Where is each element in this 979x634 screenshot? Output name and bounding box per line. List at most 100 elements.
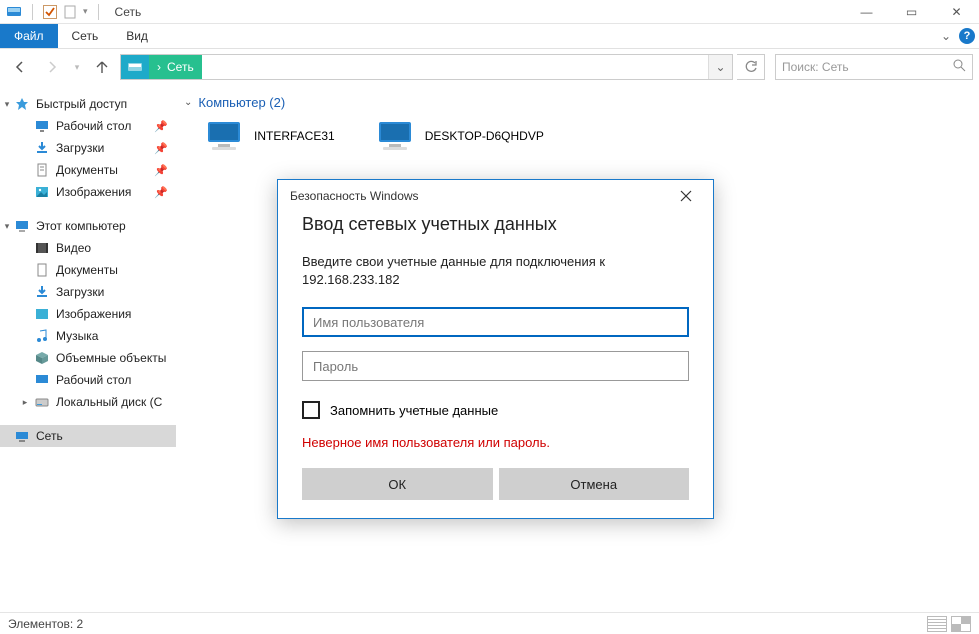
ribbon-expand-icon[interactable]: ⌄ (941, 29, 951, 43)
tree-quick-access[interactable]: ▾ Быстрый доступ (0, 93, 176, 115)
tree-pictures-pc[interactable]: Изображения (0, 303, 176, 325)
group-header[interactable]: ⌄ Компьютер (2) (184, 95, 971, 110)
tree-music[interactable]: Музыка (0, 325, 176, 347)
credentials-dialog: Безопасность Windows Ввод сетевых учетны… (277, 179, 714, 519)
search-box[interactable] (775, 54, 973, 80)
refresh-button[interactable] (737, 54, 765, 80)
tree-label: Документы (56, 263, 118, 277)
breadcrumb-segment[interactable]: › Сеть (149, 55, 202, 79)
documents-icon (34, 262, 50, 278)
downloads-icon (34, 140, 50, 156)
group-label: Компьютер (2) (198, 95, 285, 110)
tree-label: Видео (56, 241, 91, 255)
pin-icon: 📌 (154, 186, 168, 199)
computer-label: INTERFACE31 (254, 129, 335, 143)
documents-icon (34, 162, 50, 178)
view-icons-button[interactable] (951, 616, 971, 632)
nav-tree: ▾ Быстрый доступ Рабочий стол 📌 Загрузки… (0, 85, 176, 612)
tree-label: Документы (56, 163, 118, 177)
tree-label: Рабочий стол (56, 119, 131, 133)
tree-desktop[interactable]: Рабочий стол 📌 (0, 115, 176, 137)
tree-label: Локальный диск (C (56, 395, 162, 409)
computer-item[interactable]: DESKTOP-D6QHDVP (375, 120, 544, 152)
ribbon-tab-view[interactable]: Вид (112, 24, 162, 48)
pin-icon: 📌 (154, 120, 168, 133)
tree-label: Быстрый доступ (36, 97, 127, 111)
search-icon (953, 59, 966, 75)
desktop-icon (34, 372, 50, 388)
tree-video[interactable]: Видео (0, 237, 176, 259)
tree-documents-pc[interactable]: Документы (0, 259, 176, 281)
pictures-icon (34, 306, 50, 322)
tree-label: Объемные объекты (56, 351, 166, 365)
video-icon (34, 240, 50, 256)
tree-this-pc[interactable]: ▾ Этот компьютер (0, 215, 176, 237)
view-details-button[interactable] (927, 616, 947, 632)
tree-desktop-pc[interactable]: Рабочий стол (0, 369, 176, 391)
error-message: Неверное имя пользователя или пароль. (302, 435, 689, 450)
ribbon-tab-network[interactable]: Сеть (58, 24, 113, 48)
checkbox-icon (302, 401, 320, 419)
window-title: Сеть (115, 5, 142, 19)
help-icon[interactable]: ? (959, 28, 975, 44)
address-location-icon (121, 55, 149, 79)
network-icon (14, 428, 30, 444)
ribbon-file-tab[interactable]: Файл (0, 24, 58, 48)
qat-checkbox-icon[interactable] (43, 5, 57, 19)
cube-icon (34, 350, 50, 366)
downloads-icon (34, 284, 50, 300)
password-field[interactable] (302, 351, 689, 381)
cancel-button[interactable]: Отмена (499, 468, 690, 500)
tree-label: Рабочий стол (56, 373, 131, 387)
ok-button[interactable]: ОК (302, 468, 493, 500)
dialog-close-button[interactable] (671, 181, 701, 211)
ribbon: Файл Сеть Вид ⌄ ? (0, 24, 979, 49)
computer-icon (375, 120, 415, 152)
remember-checkbox[interactable]: Запомнить учетные данные (302, 401, 689, 419)
pin-icon: 📌 (154, 142, 168, 155)
dialog-heading: Ввод сетевых учетных данных (302, 214, 689, 235)
tree-3d-objects[interactable]: Объемные объекты (0, 347, 176, 369)
star-icon (14, 96, 30, 112)
status-bar: Элементов: 2 (0, 612, 979, 634)
computer-label: DESKTOP-D6QHDVP (425, 129, 544, 143)
music-icon (34, 328, 50, 344)
tree-downloads[interactable]: Загрузки 📌 (0, 137, 176, 159)
qat-new-icon[interactable] (63, 5, 77, 19)
tree-documents[interactable]: Документы 📌 (0, 159, 176, 181)
tree-pictures[interactable]: Изображения 📌 (0, 181, 176, 203)
title-bar: ▾ Сеть — ▭ ✕ (0, 0, 979, 24)
desktop-icon (34, 118, 50, 134)
breadcrumb-label: Сеть (167, 60, 194, 74)
remember-label: Запомнить учетные данные (330, 403, 498, 418)
tree-downloads-pc[interactable]: Загрузки (0, 281, 176, 303)
tree-label: Этот компьютер (36, 219, 126, 233)
minimize-button[interactable]: — (844, 0, 889, 24)
tree-local-disk[interactable]: ▸ Локальный диск (C (0, 391, 176, 413)
nav-up-button[interactable] (88, 53, 116, 81)
computer-item[interactable]: INTERFACE31 (204, 120, 335, 152)
status-text: Элементов: 2 (8, 617, 83, 631)
computer-icon (204, 120, 244, 152)
tree-network[interactable]: Сеть (0, 425, 176, 447)
pin-icon: 📌 (154, 164, 168, 177)
app-icon (6, 4, 22, 20)
nav-bar: ▾ › Сеть ⌄ (0, 49, 979, 85)
dialog-title: Безопасность Windows (290, 189, 419, 203)
tree-label: Загрузки (56, 285, 104, 299)
nav-back-button[interactable] (6, 53, 34, 81)
address-dropdown-button[interactable]: ⌄ (708, 55, 732, 79)
maximize-button[interactable]: ▭ (889, 0, 934, 24)
dialog-instruction: Введите свои учетные данные для подключе… (302, 253, 689, 289)
address-bar[interactable]: › Сеть ⌄ (120, 54, 733, 80)
nav-recent-dropdown[interactable]: ▾ (70, 53, 84, 81)
tree-label: Загрузки (56, 141, 104, 155)
username-field[interactable] (302, 307, 689, 337)
search-input[interactable] (782, 60, 953, 74)
nav-forward-button[interactable] (38, 53, 66, 81)
breadcrumb-arrow-icon: › (157, 60, 161, 74)
qat-dropdown-icon[interactable]: ▾ (83, 6, 88, 17)
close-button[interactable]: ✕ (934, 0, 979, 24)
pictures-icon (34, 184, 50, 200)
tree-label: Сеть (36, 429, 63, 443)
